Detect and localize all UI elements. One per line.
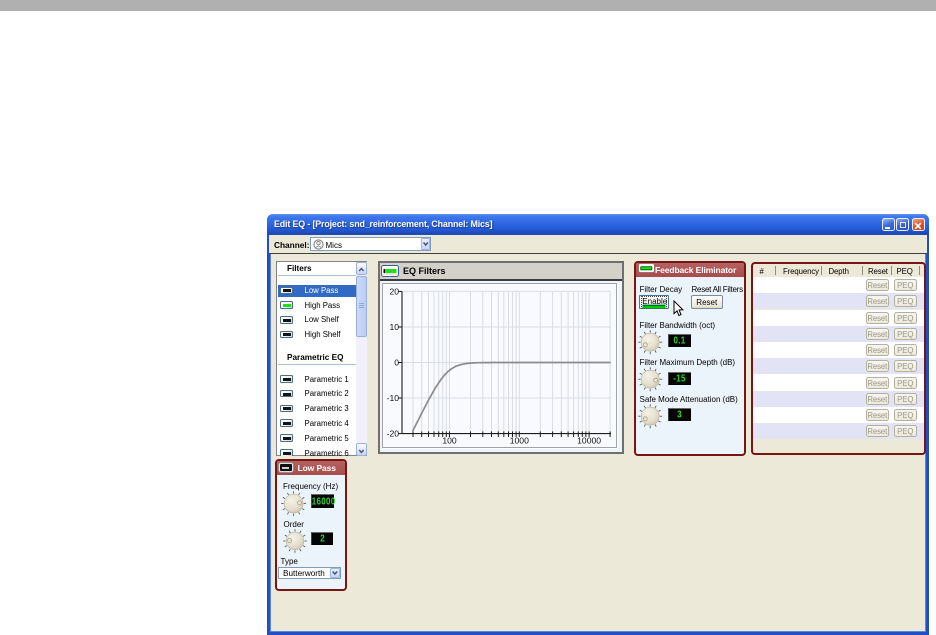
svg-text:20: 20 [389, 287, 399, 297]
svg-text:-10: -10 [387, 393, 400, 403]
svg-text:10: 10 [389, 322, 399, 332]
svg-text:1000: 1000 [510, 436, 529, 446]
svg-text:-20: -20 [387, 429, 400, 439]
svg-text:0: 0 [394, 358, 399, 368]
svg-text:100: 100 [442, 436, 457, 446]
svg-text:10000: 10000 [577, 436, 601, 446]
